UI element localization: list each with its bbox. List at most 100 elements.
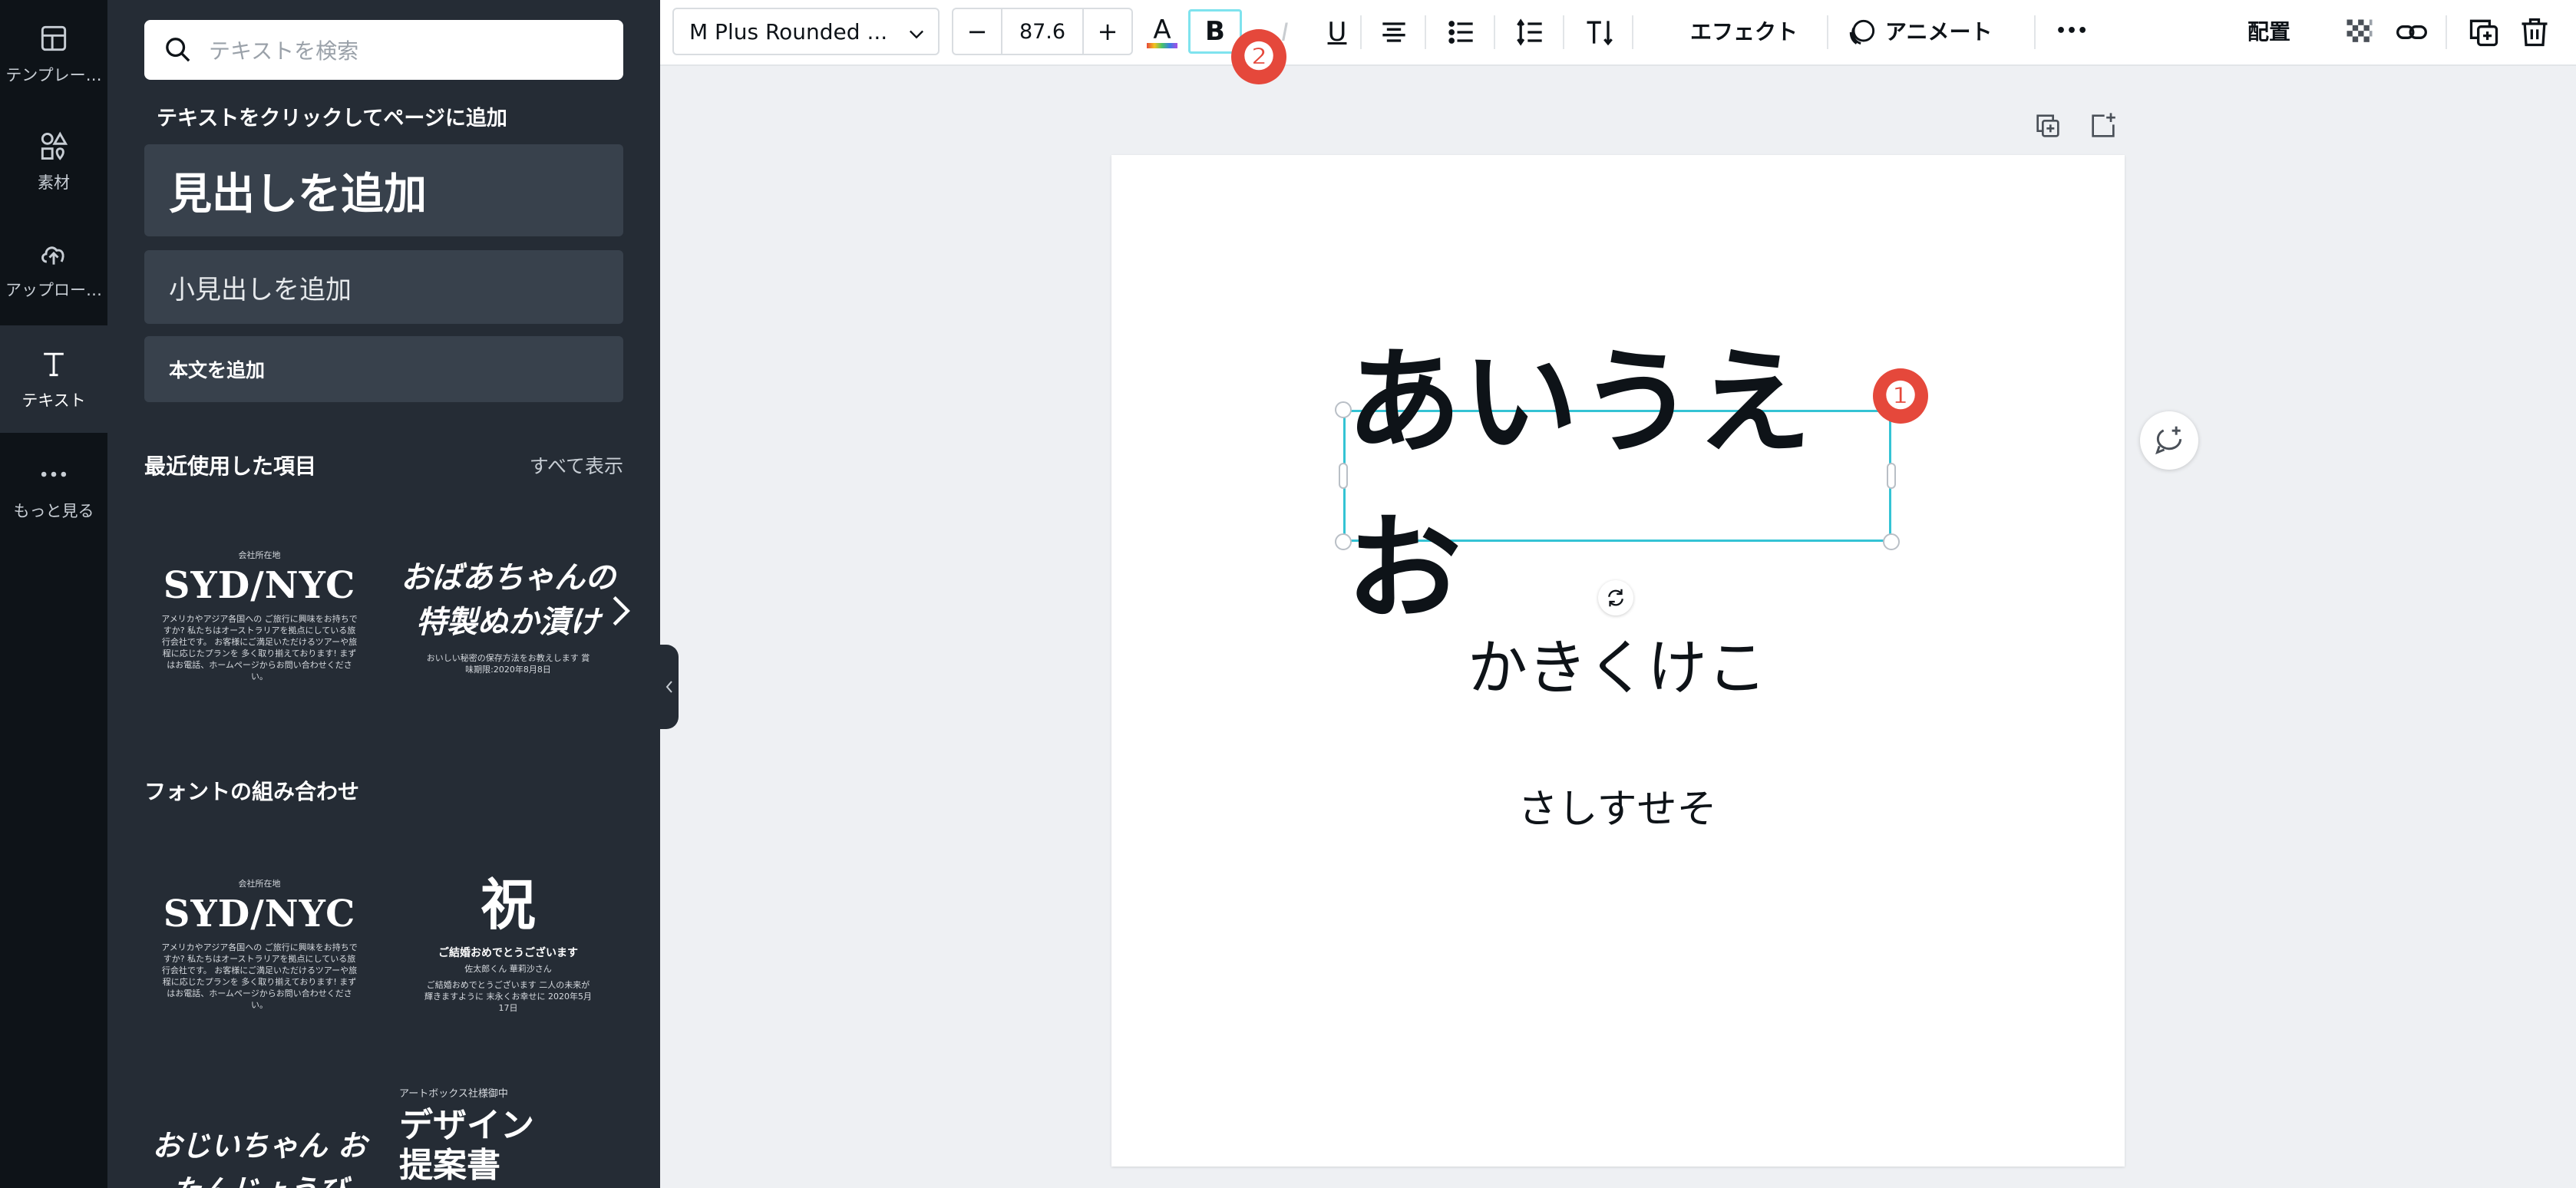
underline-glyph: U — [1327, 17, 1347, 48]
rail-item-more[interactable]: もっと見る — [0, 436, 107, 543]
font-size-increase-button[interactable]: + — [1084, 9, 1131, 54]
transparency-checker-icon — [2346, 19, 2373, 42]
pair-template-wedding[interactable]: 祝 ご結婚おめでとうございます 佐太郎くん 華莉沙さん ご結婚おめでとうございま… — [393, 860, 623, 1059]
align-center-icon — [1382, 22, 1405, 42]
toolbar-divider — [1494, 15, 1495, 49]
position-button[interactable]: 配置 — [2247, 15, 2290, 46]
underline-button[interactable]: U — [1316, 11, 1359, 54]
canvas-subheading-text[interactable]: かきくけこ — [1343, 620, 1891, 706]
transparency-button[interactable] — [2338, 11, 2381, 54]
pair-template-proposal[interactable]: アートボックス社様御中 デザイン 提案書 — [393, 1085, 623, 1188]
toolbar-divider — [1632, 15, 1633, 49]
recent-template-pickles[interactable]: おばあちゃんの 特製ぬか漬け おいしい秘密の保存方法をお教えします 賞味期限:2… — [393, 537, 623, 737]
collapse-panel-button[interactable] — [660, 645, 679, 729]
template-brush-text: おばあちゃんの 特製ぬか漬け — [401, 560, 616, 640]
add-subheading-label: 小見出しを追加 — [169, 274, 352, 305]
font-size-input[interactable]: 87.6 — [1001, 9, 1084, 54]
canvas-body-text[interactable]: さしすせそ — [1343, 777, 1891, 834]
template-big-text: デザイン 提案書 — [399, 1106, 534, 1185]
animate-icon-button[interactable] — [1845, 11, 1879, 54]
align-center-button[interactable] — [1372, 11, 1415, 54]
delete-button[interactable] — [2513, 11, 2556, 54]
text-color-glyph: A — [1153, 14, 1171, 45]
spacing-button[interactable] — [1509, 11, 1552, 54]
panel-hint: テキストをクリックしてページに追加 — [157, 107, 507, 130]
canvas-heading-text[interactable]: あいうえお — [1346, 336, 1888, 636]
rail-item-elements[interactable]: 素材 — [0, 107, 107, 215]
chevron-down-icon — [910, 30, 923, 39]
effects-button[interactable]: エフェクト — [1690, 15, 1798, 46]
bullet-list-icon — [1448, 21, 1473, 44]
more-options-button[interactable]: ••• — [2056, 21, 2088, 41]
template-small-top: 会社所在地 — [238, 879, 281, 889]
template-icon — [41, 25, 67, 51]
upload-cloud-icon — [41, 246, 64, 265]
rail-label-elements: 素材 — [38, 173, 70, 192]
pair-template-syd[interactable]: 会社所在地 SYD/NYC アメリカやアジア各国への ご旅行に興味をお持ちですか… — [144, 867, 375, 1067]
list-button[interactable] — [1440, 11, 1483, 54]
trash-icon — [2522, 18, 2548, 47]
add-comment-button[interactable] — [2140, 411, 2198, 470]
rainbow-bar-icon — [1147, 42, 1177, 48]
annotation-badge-1: ❶ — [1873, 368, 1928, 424]
add-heading-label: 見出しを追加 — [169, 169, 427, 219]
template-brush-text: おじいちゃん おたんじょうび — [152, 1129, 367, 1188]
rail-item-text[interactable]: テキスト — [0, 325, 107, 433]
toolbar-divider — [1563, 15, 1564, 49]
recent-title: 最近使用した項目 — [144, 454, 317, 479]
template-small-bottom: おいしい秘密の保存方法をお教えします 賞味期限:2020年8月8日 — [426, 653, 590, 675]
rail-label-templates: テンプレー… — [5, 66, 102, 84]
search-input[interactable]: テキストを検索 — [144, 20, 623, 80]
recent-template-syd[interactable]: 会社所在地 SYD/NYC アメリカやアジア各国への ご旅行に興味をお持ちですか… — [144, 537, 375, 737]
animate-icon — [1849, 19, 1875, 45]
toolbar-divider — [1827, 15, 1828, 49]
more-dots-icon — [41, 471, 67, 477]
chevron-right-icon[interactable] — [609, 594, 632, 628]
toolbar-divider — [1425, 15, 1426, 49]
template-big-text: SYD/NYC — [163, 893, 356, 936]
font-family-select[interactable]: M Plus Rounded ... — [672, 8, 940, 55]
text-toolbar: M Plus Rounded ... − 87.6 + A B I U エフェク… — [660, 0, 2576, 66]
text-color-button[interactable]: A — [1141, 11, 1184, 54]
link-button[interactable] — [2390, 11, 2433, 54]
font-pairs-title: フォントの組み合わせ — [144, 779, 360, 804]
template-big-text: SYD/NYC — [163, 564, 356, 607]
copy-page-icon[interactable] — [2033, 111, 2063, 141]
add-heading-button[interactable]: 見出しを追加 — [144, 144, 623, 236]
see-all-link[interactable]: すべて表示 — [530, 451, 623, 479]
template-line2: 佐太郎くん 華莉沙さん — [464, 964, 552, 974]
rotate-icon — [1608, 589, 1623, 607]
rail-label-more: もっと見る — [13, 502, 94, 520]
template-small-bottom: ご結婚おめでとうございます 二人の未来が輝きますように 末永くお幸せに 2020… — [424, 980, 592, 1013]
font-size-stepper: − 87.6 + — [952, 8, 1133, 55]
rail-label-uploads: アップロー… — [5, 281, 102, 299]
animate-button[interactable]: アニメート — [1885, 15, 1992, 46]
text-panel: テキストを検索 テキストをクリックしてページに追加 見出しを追加 小見出しを追加… — [107, 0, 660, 1188]
toolbar-divider — [2034, 15, 2036, 49]
add-subheading-button[interactable]: 小見出しを追加 — [144, 250, 623, 324]
rotate-handle[interactable] — [1598, 580, 1633, 615]
bold-glyph: B — [1205, 16, 1225, 47]
add-page-icon[interactable] — [2088, 111, 2119, 141]
template-small-top: アートボックス社様御中 — [399, 1088, 508, 1100]
search-placeholder: テキストを検索 — [209, 38, 359, 64]
vertical-text-icon — [1587, 21, 1613, 46]
template-kanji: 祝 — [480, 872, 536, 937]
annotation-badge-2: ❷ — [1231, 29, 1286, 84]
rail-item-uploads[interactable]: アップロー… — [0, 215, 107, 322]
comment-plus-icon — [2155, 426, 2182, 455]
duplicate-button[interactable] — [2462, 11, 2505, 54]
rail-item-templates[interactable]: テンプレー… — [0, 0, 107, 107]
elements-icon — [41, 131, 68, 160]
toolbar-divider — [2446, 15, 2447, 49]
text-direction-button[interactable] — [1578, 11, 1621, 54]
left-rail: テンプレー… 素材 アップロー… テキスト もっと見る — [0, 0, 107, 1188]
template-small-bottom: アメリカやアジア各国への ご旅行に興味をお持ちですか? 私たちはオーストラリアを… — [161, 614, 358, 681]
line-spacing-icon — [1517, 18, 1542, 46]
font-size-decrease-button[interactable]: − — [953, 9, 1001, 54]
toolbar-divider — [1360, 15, 1362, 49]
template-line1: ご結婚おめでとうございます — [438, 947, 578, 959]
template-small-bottom: アメリカやアジア各国への ご旅行に興味をお持ちですか? 私たちはオーストラリアを… — [161, 942, 358, 1010]
add-body-button[interactable]: 本文を追加 — [144, 336, 623, 402]
pair-template-grandpa[interactable]: おじいちゃん おたんじょうび — [144, 1113, 375, 1188]
